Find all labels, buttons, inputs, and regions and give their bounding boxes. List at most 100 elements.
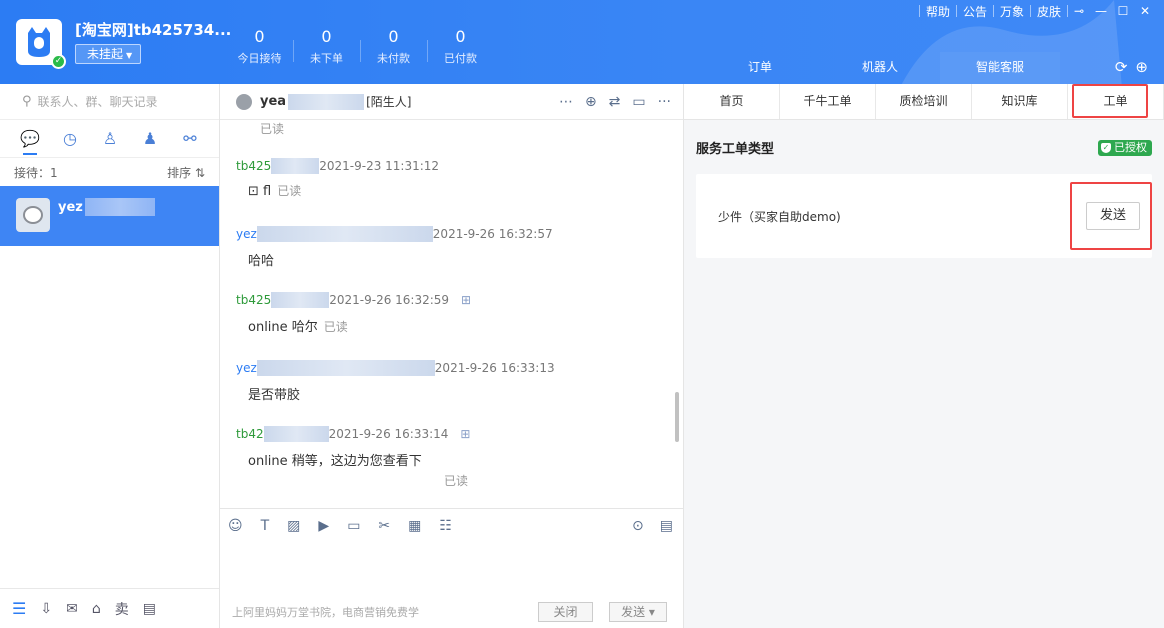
shop-icon[interactable]: ⌂: [92, 601, 101, 617]
sort-button[interactable]: 排序 ⇅: [167, 164, 205, 186]
list-item: tb425 2021-9-23 11:31:12 ⊡ fl 已读: [236, 158, 666, 199]
timestamp: 2021-9-26 16:33:13: [434, 361, 555, 375]
quick-reply-icon[interactable]: ⊙: [632, 518, 644, 534]
scissors-icon[interactable]: ✂: [378, 518, 390, 534]
stats-bar: 0 今日接待 0 未下单 0 未付款 0 已付款: [226, 26, 494, 68]
search-bar[interactable]: ⚲ 联系人、群、聊天记录: [0, 84, 219, 120]
more-icon[interactable]: ···: [658, 94, 671, 110]
footer-ad-link[interactable]: 上阿里妈妈万堂书院，电商营销免费学: [232, 604, 419, 620]
history-icon[interactable]: ▤: [660, 518, 673, 534]
waiting-row: 接待：1 排序 ⇅: [0, 158, 219, 186]
stat-unpaid[interactable]: 0 未付款: [360, 26, 427, 68]
video-play-icon[interactable]: ▶: [318, 518, 329, 534]
scrollbar-thumb[interactable]: [675, 392, 679, 442]
active-tab-indicator: [23, 153, 37, 155]
chat-bubble-icon[interactable]: 💬: [10, 129, 50, 148]
panel-icon[interactable]: ▤: [143, 601, 156, 617]
redacted-name-blur: [256, 226, 433, 242]
calculator-icon[interactable]: ▦: [408, 518, 421, 534]
tab-home[interactable]: 首页: [684, 84, 780, 119]
sell-icon[interactable]: 卖: [115, 599, 129, 619]
contact-name: yea: [260, 94, 287, 109]
sender-name: tb425: [236, 159, 272, 173]
top-tools: ⟳ ⊕: [1115, 58, 1148, 76]
tab-robot[interactable]: 机器人: [820, 52, 940, 84]
message-list: 已读 tb425 2021-9-23 11:31:12 ⊡ fl 已读 yez 202…: [220, 120, 676, 508]
file-icon: ⊡: [248, 184, 264, 199]
phrase-icon[interactable]: ☷: [439, 518, 452, 534]
contact-icon[interactable]: ♙: [90, 129, 130, 148]
clock-icon[interactable]: ◷: [50, 129, 90, 148]
timestamp: 2021-9-26 16:32:57: [432, 227, 553, 241]
tab-ticket[interactable]: 工单: [1068, 84, 1164, 119]
stat-label: 今日接待: [237, 52, 282, 65]
folder-icon[interactable]: ▭: [347, 518, 360, 534]
transfer-icon[interactable]: ⇄: [609, 94, 621, 110]
menu-icon[interactable]: ☰: [12, 599, 26, 618]
top-header: ✓ [淘宝网]tb425734... 未挂起 ▼ 0 今日接待 0 未下单 0 未…: [0, 0, 1164, 84]
refresh-icon[interactable]: ⟳: [1115, 58, 1128, 76]
list-item: tb425 2021-9-26 16:32:59 ⊞ online 哈尔 已读: [236, 292, 666, 335]
add-circle-icon[interactable]: ⊕: [1135, 58, 1148, 76]
timestamp: 2021-9-26 16:33:14: [328, 427, 449, 441]
wanxiang-link[interactable]: 万象: [994, 3, 1030, 20]
tab-smart-service[interactable]: 智能客服: [940, 52, 1060, 84]
conversation-item[interactable]: yez: [0, 186, 219, 246]
tab-knowledge-base[interactable]: 知识库: [972, 84, 1068, 119]
message-text: 哈哈: [248, 254, 275, 269]
waiting-count: 接待：1: [14, 166, 58, 180]
close-icon[interactable]: ✕: [1134, 4, 1156, 18]
authorized-badge: ✓ 已授权: [1098, 140, 1152, 156]
read-status: 已读: [323, 320, 348, 334]
status-dropdown[interactable]: 未挂起 ▼: [75, 44, 142, 64]
read-status: 已读: [444, 474, 469, 488]
contact-avatar: [236, 93, 252, 110]
group-icon[interactable]: ♟: [130, 129, 170, 148]
org-tree-icon[interactable]: ⚯: [170, 129, 210, 148]
chat-header-tools: ⋯ ⊕ ⇄ ▭ ···: [559, 94, 671, 110]
stat-paid[interactable]: 0 已付款: [427, 26, 494, 68]
help-link[interactable]: 帮助: [920, 3, 956, 20]
tab-orders[interactable]: 订单: [700, 52, 820, 84]
contact-tag: [陌生人]: [366, 95, 412, 109]
minimize-icon[interactable]: —: [1090, 4, 1112, 18]
chat-panel: yea [陌生人] ⋯ ⊕ ⇄ ▭ ··· 已读 tb425 2021-9-23 …: [220, 84, 684, 628]
mail-icon[interactable]: ✉: [66, 601, 78, 617]
send-button[interactable]: 发送 ▾: [609, 602, 667, 622]
message-input[interactable]: [220, 542, 683, 602]
shield-check-icon: ✓: [1101, 143, 1111, 153]
emoji-icon[interactable]: ☺: [228, 518, 243, 534]
notice-link[interactable]: 公告: [957, 3, 993, 20]
stat-today[interactable]: 0 今日接待: [226, 26, 293, 68]
tab-qianniu-ticket[interactable]: 千牛工单: [780, 84, 876, 119]
stat-no-order[interactable]: 0 未下单: [293, 26, 360, 68]
text-format-icon[interactable]: T: [261, 518, 270, 534]
search-placeholder: 联系人、群、聊天记录: [37, 95, 158, 109]
store-logo[interactable]: ✓: [16, 19, 66, 69]
video-icon[interactable]: ▭: [632, 94, 645, 110]
message-scrollbar[interactable]: [675, 124, 679, 508]
redacted-name-blur: [271, 292, 330, 308]
highlight-box: [1072, 84, 1148, 118]
redacted-name-blur: [263, 426, 329, 442]
maximize-icon[interactable]: ☐: [1112, 4, 1134, 18]
skin-link[interactable]: 皮肤: [1031, 3, 1067, 20]
timestamp: 2021-9-23 11:31:12: [319, 159, 440, 173]
search-icon: ⚲: [22, 94, 32, 109]
tab-qc-training[interactable]: 质检培训: [876, 84, 972, 119]
redacted-name-blur: [271, 158, 320, 174]
read-status: 已读: [277, 184, 302, 198]
stat-value: 0: [321, 27, 332, 46]
close-chat-button[interactable]: 关闭: [538, 602, 593, 622]
conversation-name: yez: [58, 199, 83, 215]
image-icon[interactable]: ▨: [287, 518, 300, 534]
caret-down-icon: ▼: [126, 51, 133, 60]
smart-service-panel: 首页 千牛工单 质检培训 知识库 工单 服务工单类型 ✓ 已授权 少件（买家自助…: [684, 84, 1164, 628]
add-contact-icon[interactable]: ⊕: [585, 94, 597, 110]
pin-icon[interactable]: ⊸: [1068, 4, 1090, 18]
store-name[interactable]: [淘宝网]tb425734...: [75, 19, 231, 40]
robot-icon: ⊞: [461, 293, 472, 307]
chat-options-icon[interactable]: ⋯: [559, 94, 573, 110]
download-box-icon[interactable]: ⇩: [40, 601, 52, 617]
status-label: 未挂起: [87, 47, 124, 61]
